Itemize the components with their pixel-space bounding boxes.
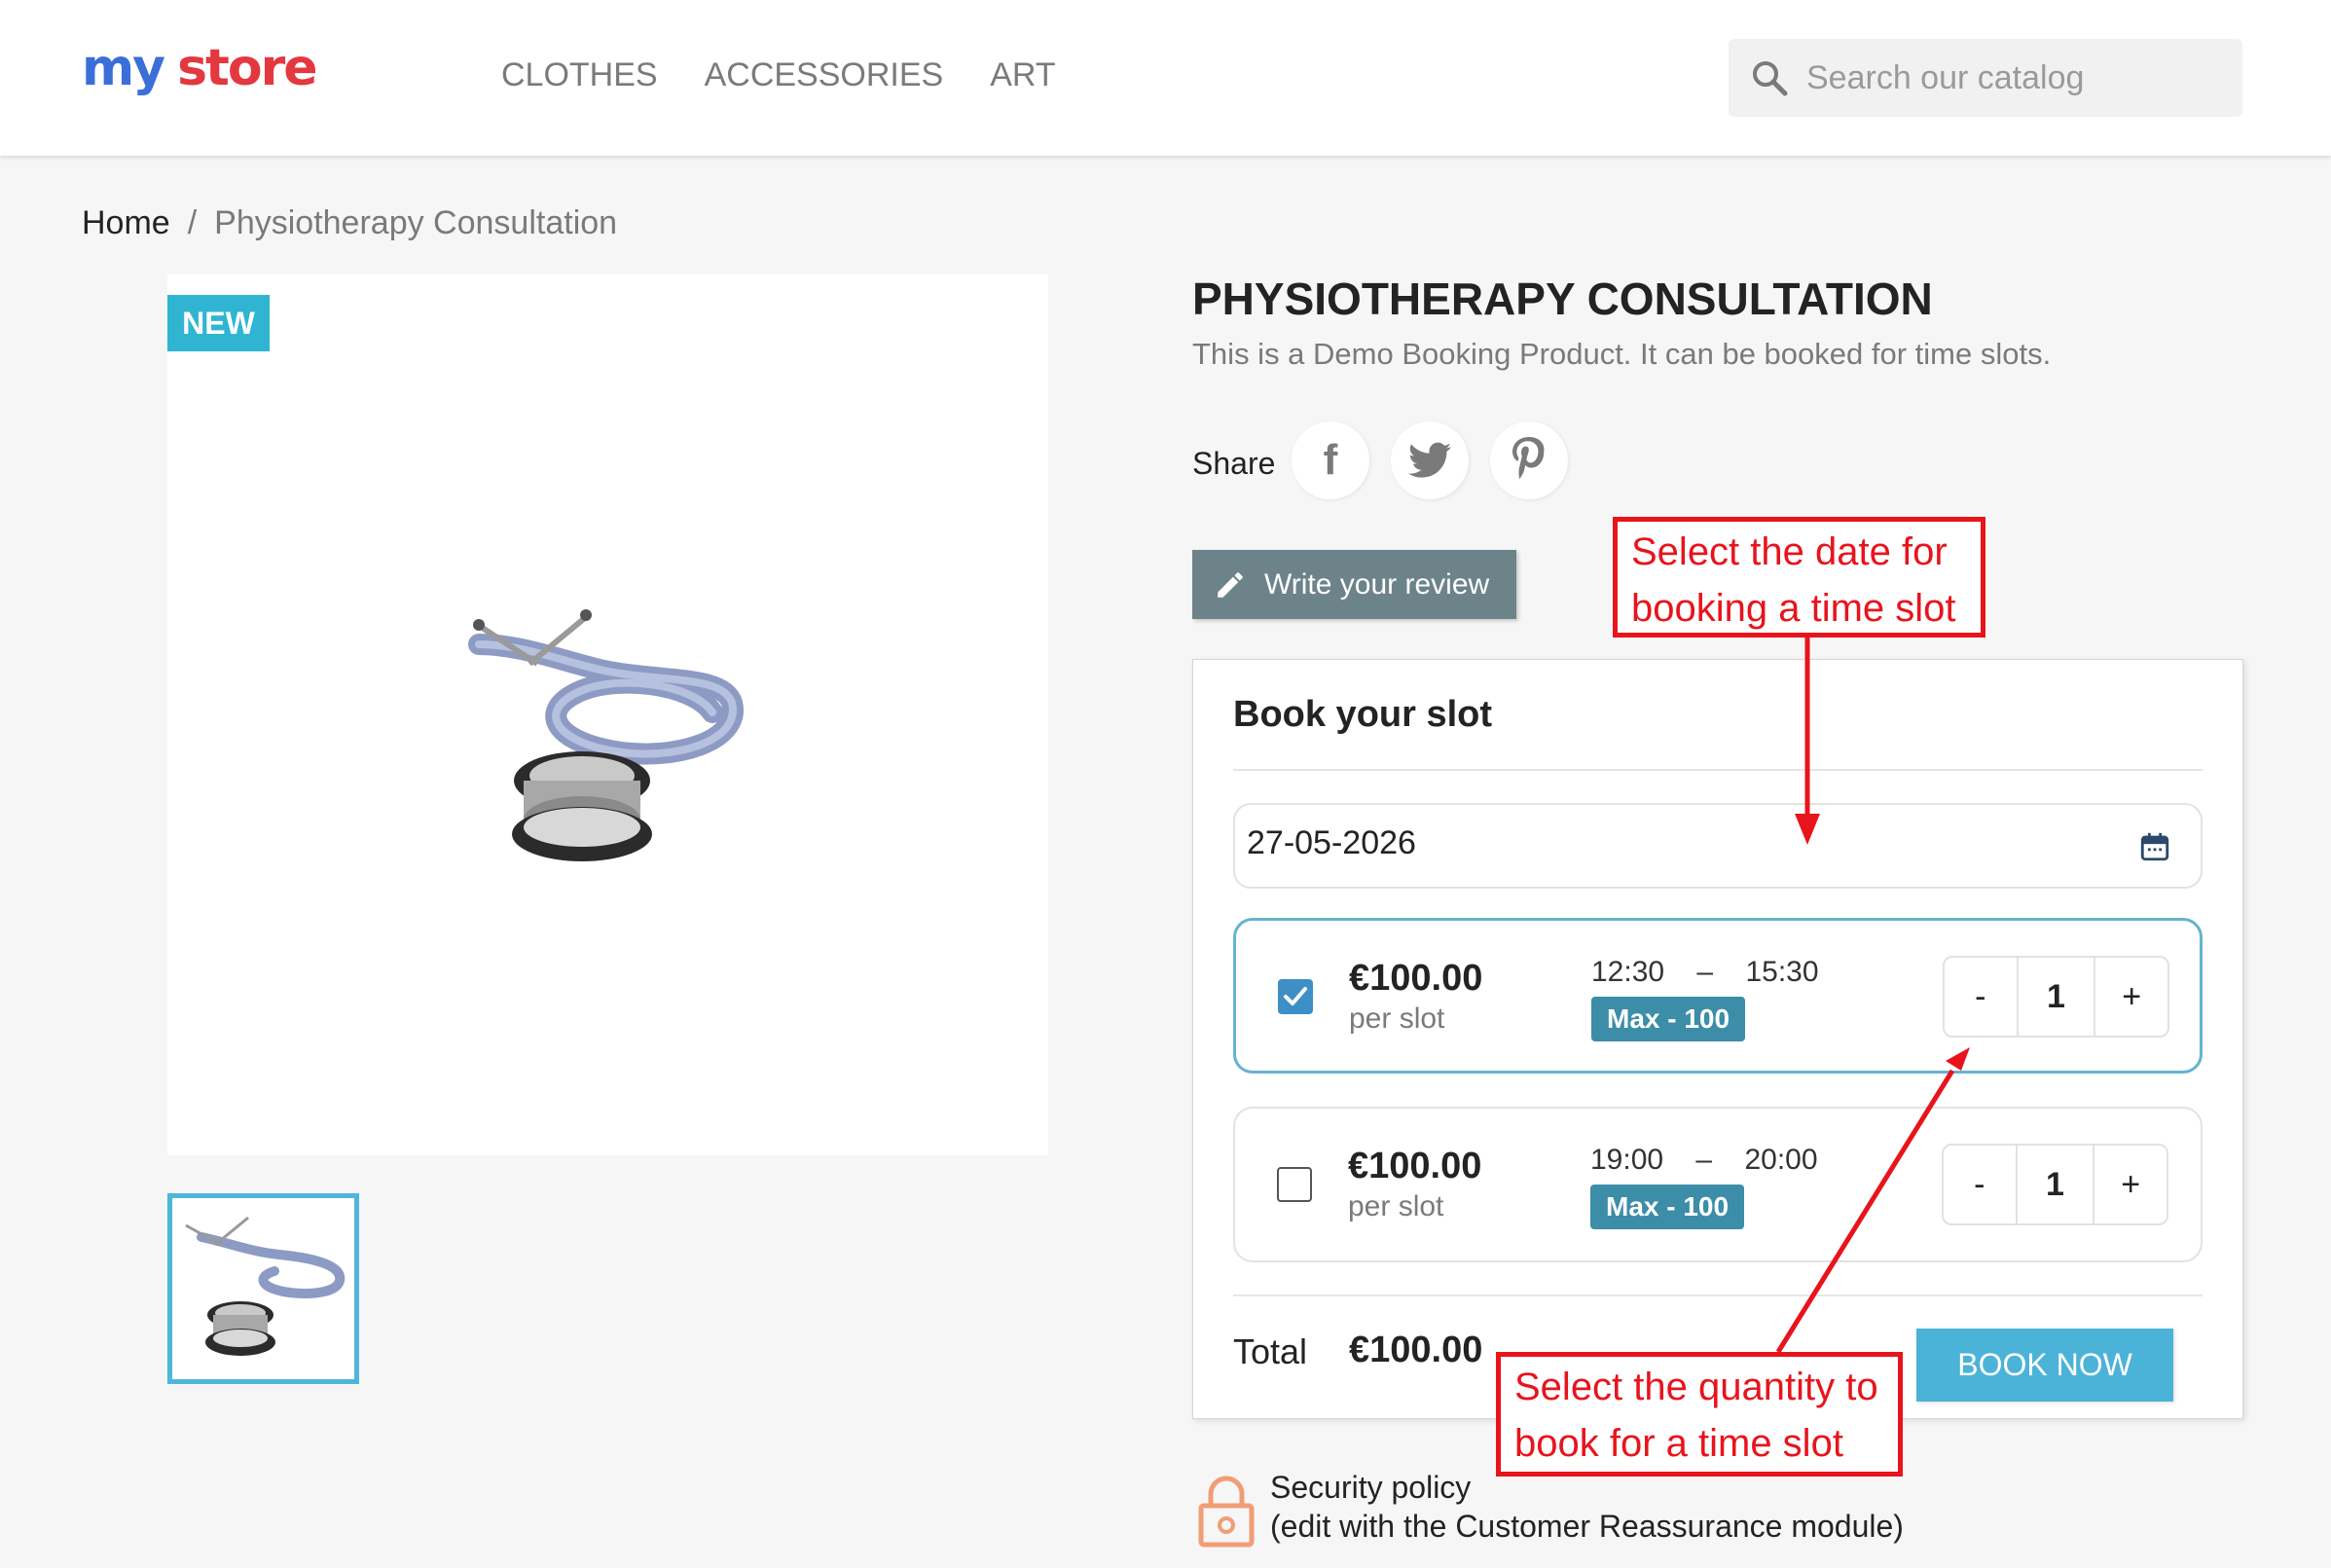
slot-1-max-badge: Max - 100 bbox=[1591, 997, 1746, 1041]
breadcrumb: Home / Physiotherapy Consultation bbox=[82, 204, 617, 242]
nav-clothes[interactable]: CLOTHES bbox=[501, 56, 658, 94]
breadcrumb-home[interactable]: Home bbox=[82, 204, 170, 241]
new-badge: NEW bbox=[167, 295, 270, 351]
pencil-icon bbox=[1218, 571, 1243, 598]
pinterest-glyph bbox=[1512, 437, 1545, 479]
slot-1-checkbox[interactable] bbox=[1278, 979, 1313, 1014]
slot-1-end: 15:30 bbox=[1745, 956, 1819, 988]
lock-icon bbox=[1198, 1476, 1255, 1548]
search-input[interactable] bbox=[1806, 49, 2225, 107]
book-now-button[interactable]: BOOK NOW bbox=[1916, 1329, 2173, 1402]
nav-art[interactable]: ART bbox=[990, 56, 1055, 94]
product-description: This is a Demo Booking Product. It can b… bbox=[1192, 337, 2052, 371]
slot-1-price: €100.00 bbox=[1349, 958, 1483, 999]
slot-2-per-label: per slot bbox=[1348, 1190, 1444, 1222]
product-thumbnail[interactable] bbox=[167, 1193, 359, 1384]
main-nav: CLOTHES ACCESSORIES ART bbox=[501, 56, 1056, 94]
date-annotation-line1: Select the date for bbox=[1631, 530, 1948, 573]
slot-1-dash: – bbox=[1696, 956, 1714, 988]
slot-2-start: 19:00 bbox=[1590, 1144, 1664, 1176]
twitter-icon[interactable] bbox=[1391, 421, 1469, 499]
security-policy-note: (edit with the Customer Reassurance modu… bbox=[1270, 1509, 1904, 1544]
pinterest-icon[interactable] bbox=[1490, 421, 1568, 499]
slot-2-quantity-stepper: - 1 + bbox=[1942, 1144, 2168, 1225]
site-header: my store CLOTHES ACCESSORIES ART bbox=[0, 0, 2331, 156]
quantity-annotation: Select the quantity to book for a time s… bbox=[1496, 1352, 1903, 1477]
slot-2-decrement-button[interactable]: - bbox=[1944, 1146, 2018, 1223]
booking-title: Book your slot bbox=[1233, 694, 1493, 735]
quantity-annotation-line2: book for a time slot bbox=[1514, 1422, 1843, 1465]
total-value: €100.00 bbox=[1349, 1330, 1483, 1370]
slot-1-decrement-button[interactable]: - bbox=[1945, 958, 2019, 1036]
checkmark-icon bbox=[1284, 987, 1307, 1005]
stethoscope-thumb-image bbox=[185, 1216, 346, 1356]
booking-divider-bottom bbox=[1233, 1295, 2203, 1296]
slot-2-increment-button[interactable]: + bbox=[2093, 1146, 2167, 1223]
write-review-button[interactable]: Write your review bbox=[1192, 550, 1516, 619]
logo-word-store: store bbox=[177, 39, 317, 97]
search-icon[interactable] bbox=[1750, 58, 1789, 97]
slot-1-per-label: per slot bbox=[1349, 1003, 1445, 1035]
facebook-icon[interactable]: f bbox=[1292, 421, 1369, 499]
date-annotation-line2: booking a time slot bbox=[1631, 587, 1956, 630]
slot-2-max-badge: Max - 100 bbox=[1590, 1185, 1745, 1229]
slot-2-checkbox[interactable] bbox=[1277, 1167, 1312, 1202]
product-main-image[interactable] bbox=[167, 274, 1048, 1155]
date-annotation: Select the date for booking a time slot bbox=[1613, 517, 1985, 638]
slot-1-quantity-input[interactable]: 1 bbox=[2019, 958, 2094, 1036]
twitter-bird-glyph bbox=[1408, 442, 1451, 478]
store-logo[interactable]: my store bbox=[82, 39, 318, 97]
slot-2-end: 20:00 bbox=[1744, 1144, 1818, 1176]
slot-1-quantity-stepper: - 1 + bbox=[1943, 956, 2169, 1038]
write-review-label: Write your review bbox=[1264, 567, 1490, 601]
booking-date-value: 27-05-2026 bbox=[1247, 824, 1416, 861]
security-policy: Security policy (edit with the Customer … bbox=[1270, 1468, 1904, 1546]
time-slot-2[interactable]: €100.00 per slot 19:00 – 20:00 Max - 100… bbox=[1233, 1107, 2203, 1262]
breadcrumb-separator: / bbox=[187, 204, 198, 241]
total-label: Total bbox=[1233, 1331, 1308, 1371]
slot-1-increment-button[interactable]: + bbox=[2094, 958, 2167, 1036]
slot-2-price: €100.00 bbox=[1348, 1146, 1482, 1186]
slot-1-start: 12:30 bbox=[1591, 956, 1665, 988]
time-slot-1[interactable]: €100.00 per slot 12:30 – 15:30 Max - 100… bbox=[1233, 918, 2203, 1074]
booking-divider-top bbox=[1233, 769, 2203, 771]
booking-date-field[interactable]: 27-05-2026 bbox=[1233, 803, 2203, 889]
search-box bbox=[1729, 39, 2242, 117]
breadcrumb-current: Physiotherapy Consultation bbox=[214, 204, 618, 241]
quantity-annotation-line1: Select the quantity to bbox=[1514, 1366, 1878, 1408]
logo-word-my: my bbox=[82, 39, 165, 97]
slot-2-dash: – bbox=[1695, 1144, 1713, 1176]
nav-accessories[interactable]: ACCESSORIES bbox=[705, 56, 944, 94]
product-title: PHYSIOTHERAPY CONSULTATION bbox=[1192, 273, 1933, 324]
share-label: Share bbox=[1192, 446, 1276, 481]
slot-2-time: 19:00 – 20:00 bbox=[1590, 1144, 1818, 1177]
slot-2-quantity-input[interactable]: 1 bbox=[2018, 1146, 2094, 1223]
slot-1-time: 12:30 – 15:30 bbox=[1591, 956, 1819, 989]
calendar-icon[interactable] bbox=[2138, 830, 2171, 863]
stethoscope-image bbox=[468, 609, 744, 861]
